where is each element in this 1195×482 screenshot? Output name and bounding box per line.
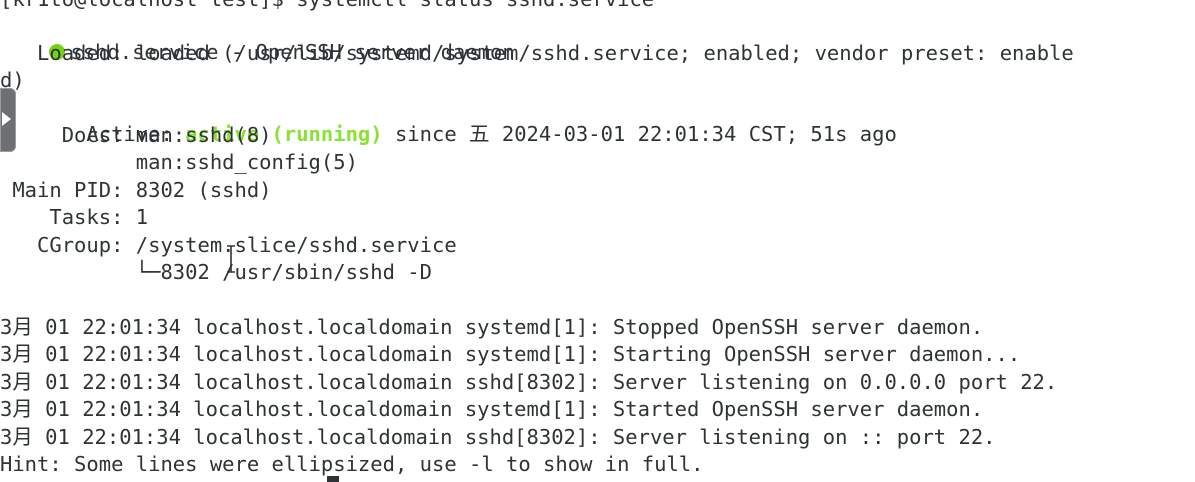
log-line-3: 3月 01 22:01:34 localhost.localdomain ssh…	[0, 370, 1058, 394]
docs-line: Docs: man:sshd(8)	[0, 123, 272, 147]
main-pid-line: Main PID: 8302 (sshd)	[0, 178, 272, 202]
active-since: since 五 2024-03-01 22:01:34 CST; 51s ago	[382, 122, 897, 146]
side-panel-handle-icon[interactable]	[0, 88, 16, 152]
loaded-line: Loaded: loaded (/usr/lib/systemd/system/…	[0, 41, 1074, 65]
log-line-1: 3月 01 22:01:34 localhost.localdomain sys…	[0, 315, 984, 339]
text-ibeam-cursor-icon	[227, 245, 235, 273]
docs-line-2: man:sshd_config(5)	[0, 150, 358, 174]
tasks-line: Tasks: 1	[0, 205, 149, 229]
active-line: Active: active (running) since 五 2024-03…	[0, 94, 896, 146]
terminal-window[interactable]: [kr1to@localhost test]$ systemctl status…	[0, 0, 1195, 482]
log-line-4: 3月 01 22:01:34 localhost.localdomain sys…	[0, 397, 984, 421]
log-line-2: 3月 01 22:01:34 localhost.localdomain sys…	[0, 342, 1021, 366]
terminal-cursor	[327, 476, 339, 482]
log-line-5: 3月 01 22:01:34 localhost.localdomain ssh…	[0, 425, 996, 449]
cgroup-process-line: └─8302 /usr/sbin/sshd -D	[0, 260, 432, 284]
service-header-line: sshd.service - OpenSSH server daemon	[0, 12, 515, 64]
hint-line: Hint: Some lines were ellipsized, use -l…	[0, 452, 704, 476]
handle-arrow-icon	[2, 112, 11, 126]
